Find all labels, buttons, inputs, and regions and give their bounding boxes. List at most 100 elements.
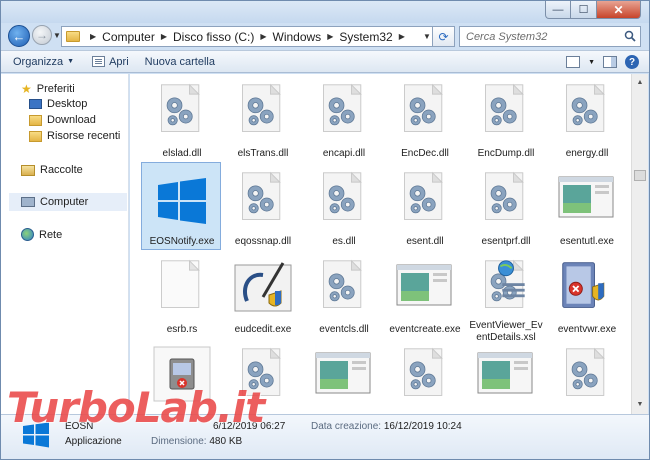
scrollbar-thumb[interactable] [634, 170, 646, 181]
file-item[interactable]: EncDec.dll [386, 78, 464, 164]
breadcrumb-separator-icon[interactable]: ▶ [161, 32, 167, 41]
details-created: Data creazione: 16/12/2019 10:24 [311, 421, 462, 432]
nav-item-label: Risorse recenti [47, 130, 121, 142]
file-item[interactable]: encapi.dll [305, 78, 383, 164]
file-item[interactable] [548, 342, 626, 414]
window-exe-file-icon [315, 352, 371, 394]
nav-item-libraries[interactable]: Raccolte [21, 164, 83, 176]
file-item[interactable]: eqossnap.dll [224, 166, 302, 252]
details-created-value: 16/12/2019 10:24 [383, 421, 462, 432]
nav-item-recent[interactable]: Risorse recenti [29, 130, 120, 142]
address-dropdown-icon[interactable]: ▼ [421, 26, 433, 47]
refresh-button[interactable]: ⟳ [433, 26, 455, 47]
file-name: esentprf.dll [481, 236, 531, 247]
search-icon[interactable] [624, 30, 636, 42]
file-item[interactable]: EventViewer_Ev entDetails.xsl [467, 254, 545, 343]
forward-button[interactable]: → [32, 25, 52, 45]
details-created-label: Data creazione: [311, 421, 382, 432]
nav-item-label: Raccolte [40, 164, 83, 176]
dll-file-icon [323, 259, 362, 308]
file-name: EncDec.dll [401, 148, 449, 159]
file-item[interactable]: es.dll [305, 166, 383, 252]
dll-file-icon [404, 83, 443, 132]
window-controls: — ☐ ✕ [545, 1, 641, 19]
nav-item-label: Download [47, 114, 96, 126]
file-item[interactable]: energy.dll [548, 78, 626, 164]
details-size-label: Dimensione: [151, 436, 207, 447]
file-item[interactable]: eudcedit.exe [224, 254, 302, 340]
open-label: Apri [109, 55, 129, 68]
file-item[interactable]: esentutl.exe [548, 166, 626, 252]
recent-pages-dropdown-icon[interactable]: ▼ [53, 31, 61, 40]
dll-file-icon [404, 171, 443, 220]
search-placeholder: Cerca System32 [466, 30, 548, 43]
file-name: EncDump.dll [477, 148, 535, 159]
file-item[interactable]: eventcls.dll [305, 254, 383, 340]
file-item[interactable] [467, 342, 545, 414]
file-item[interactable]: esrb.rs [143, 254, 221, 340]
blank-file-icon [161, 259, 200, 308]
scroll-up-icon[interactable]: ▲ [632, 74, 648, 90]
file-item[interactable] [305, 342, 383, 414]
recent-places-icon [29, 130, 42, 142]
nav-item-download[interactable]: Download [29, 114, 96, 126]
open-button[interactable]: Apri [92, 56, 129, 68]
breadcrumb-separator-icon[interactable]: ▶ [260, 32, 266, 41]
maximize-button[interactable]: ☐ [571, 1, 597, 19]
open-icon [92, 56, 106, 67]
nav-item-label: Desktop [47, 98, 88, 110]
breadcrumb-separator-icon[interactable]: ▶ [90, 32, 96, 41]
vertical-scrollbar[interactable]: ▲ ▼ [631, 74, 648, 414]
file-item[interactable]: elsTrans.dll [224, 78, 302, 164]
libraries-icon [21, 164, 35, 176]
help-icon[interactable]: ? [625, 55, 639, 69]
breadcrumb-disk[interactable]: Disco fisso (C:) [173, 30, 254, 44]
dll-file-icon [161, 83, 200, 132]
organize-menu[interactable]: Organizza ▼ [13, 56, 74, 68]
file-name: esent.dll [406, 236, 444, 247]
preview-pane-icon[interactable] [603, 56, 617, 68]
dll-file-icon [485, 171, 524, 220]
breadcrumb-system32[interactable]: System32 [339, 30, 392, 44]
minimize-button[interactable]: — [545, 1, 571, 19]
back-button[interactable]: ← [8, 25, 30, 47]
chevron-down-icon[interactable]: ▼ [588, 59, 595, 66]
file-name: energy.dll [565, 148, 609, 159]
file-item[interactable]: elslad.dll [143, 78, 221, 164]
nav-item-computer[interactable]: Computer [9, 193, 127, 211]
nav-item-desktop[interactable]: Desktop [29, 98, 87, 110]
address-row: ← → ▼ ▶ Computer ▶ Disco fisso (C:) ▶ Wi… [1, 23, 649, 49]
window-exe-file-icon [558, 176, 614, 218]
file-item[interactable]: esent.dll [386, 166, 464, 252]
file-item[interactable]: eventvwr.exe [548, 254, 626, 340]
breadcrumb-separator-icon[interactable]: ▶ [327, 32, 333, 41]
change-view-icon[interactable] [566, 56, 581, 68]
file-name: eventcls.dll [319, 324, 369, 335]
file-item[interactable]: eventcreate.exe [386, 254, 464, 340]
file-name: elsTrans.dll [237, 148, 289, 159]
command-bar: Organizza ▼ Apri Nuova cartella ▼ ? [1, 50, 649, 73]
file-item[interactable]: EncDump.dll [467, 78, 545, 164]
file-item[interactable] [386, 342, 464, 414]
dll-file-icon [566, 83, 605, 132]
file-item[interactable]: EOSNotify.exe [143, 166, 221, 252]
dll-file-icon [323, 171, 362, 220]
breadcrumb-separator-icon[interactable]: ▶ [399, 32, 405, 41]
file-name: EOSNotify.exe [149, 236, 215, 247]
file-item[interactable]: esentprf.dll [467, 166, 545, 252]
file-name: eudcedit.exe [234, 324, 292, 335]
nav-item-network[interactable]: Rete [21, 228, 62, 241]
address-bar[interactable]: ▶ Computer ▶ Disco fisso (C:) ▶ Windows … [61, 26, 433, 47]
new-folder-button[interactable]: Nuova cartella [145, 56, 215, 68]
breadcrumb-windows[interactable]: Windows [273, 30, 322, 44]
scroll-down-icon[interactable]: ▼ [632, 396, 648, 412]
close-button[interactable]: ✕ [597, 1, 641, 19]
title-bar: — ☐ ✕ [1, 1, 649, 23]
search-input[interactable]: Cerca System32 [459, 26, 641, 47]
dll-file-icon [404, 347, 443, 396]
details-type: Applicazione [65, 436, 122, 447]
breadcrumb-computer[interactable]: Computer [102, 30, 155, 44]
nav-item-label: Rete [39, 228, 63, 241]
organize-label: Organizza [13, 55, 64, 68]
nav-item-favorites[interactable]: ★ Preferiti [21, 82, 75, 96]
